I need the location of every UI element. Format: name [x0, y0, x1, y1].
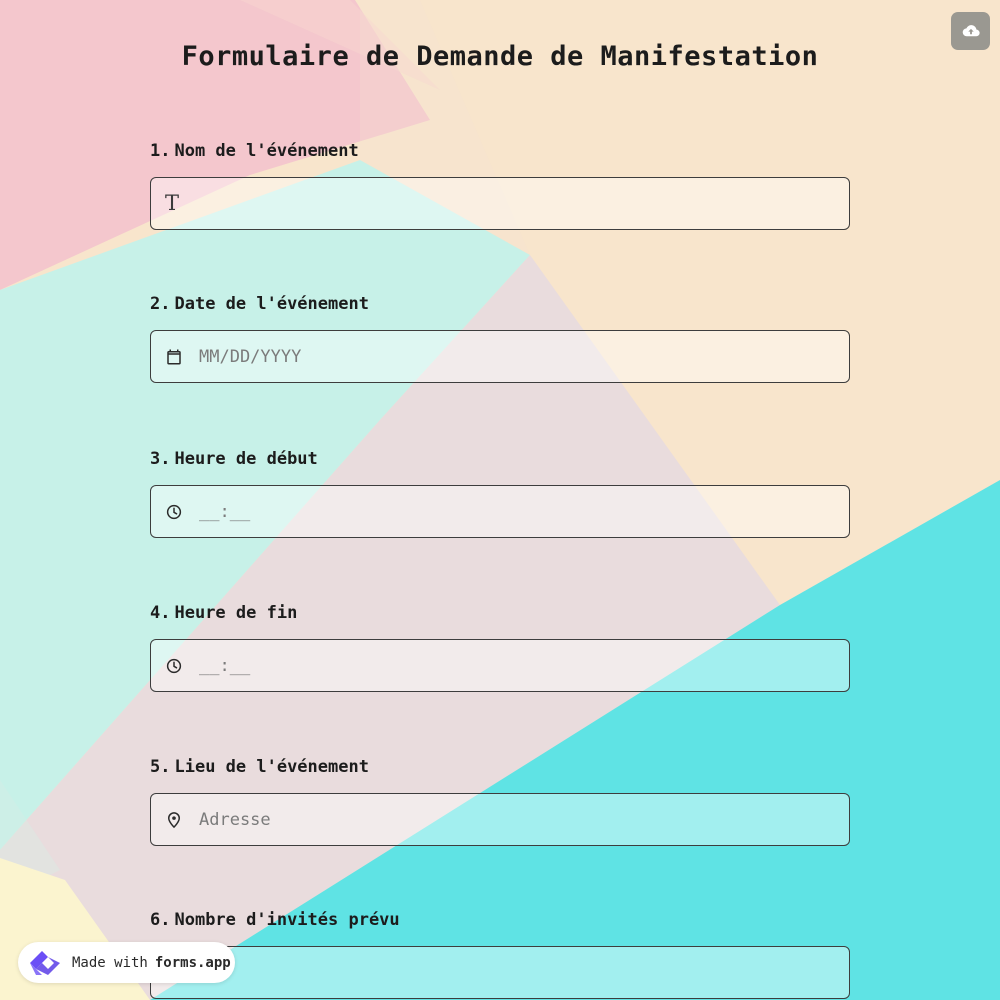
question-label: 6. Nombre d'invités prévu: [150, 909, 850, 931]
clock-icon: [165, 657, 183, 675]
question-number: 4.: [150, 603, 171, 623]
form-title: Formulaire de Demande de Manifestation: [181, 41, 819, 72]
question-number: 2.: [150, 294, 171, 314]
question-event-location: 5. Lieu de l'événement: [150, 756, 850, 846]
end-time-input[interactable]: [199, 640, 849, 691]
text-type-icon: T: [165, 191, 180, 215]
clock-icon: [165, 503, 183, 521]
upload-button[interactable]: [951, 12, 990, 50]
start-time-input[interactable]: [199, 486, 849, 537]
question-guest-count: 6. Nombre d'invités prévu: [150, 909, 850, 999]
question-label: 1. Nom de l'événement: [150, 140, 850, 162]
badge-brand: forms.app: [154, 954, 231, 971]
question-start-time: 3. Heure de début: [150, 448, 850, 538]
question-number: 3.: [150, 449, 171, 469]
question-text: Lieu de l'événement: [174, 757, 369, 777]
badge-made-with: Made with: [72, 954, 148, 971]
question-label: 5. Lieu de l'événement: [150, 756, 850, 778]
question-event-date: 2. Date de l'événement: [150, 293, 850, 383]
guest-count-input[interactable]: [165, 947, 849, 998]
question-text: Date de l'événement: [174, 294, 369, 314]
made-with-forms-app-badge[interactable]: Made with forms.app: [18, 942, 235, 983]
question-event-name: 1. Nom de l'événement T: [150, 140, 850, 230]
event-date-input[interactable]: [199, 331, 849, 382]
event-location-input[interactable]: [199, 794, 849, 845]
end-time-field[interactable]: [150, 639, 850, 692]
question-number: 1.: [150, 141, 171, 161]
event-date-field[interactable]: [150, 330, 850, 383]
calendar-icon: [165, 348, 183, 366]
event-name-field[interactable]: T: [150, 177, 850, 230]
guest-count-field[interactable]: [150, 946, 850, 999]
question-number: 6.: [150, 910, 171, 930]
question-label: 2. Date de l'événement: [150, 293, 850, 315]
cloud-upload-icon: [962, 25, 980, 37]
event-location-field[interactable]: [150, 793, 850, 846]
question-text: Heure de fin: [174, 603, 298, 623]
start-time-field[interactable]: [150, 485, 850, 538]
question-label: 4. Heure de fin: [150, 602, 850, 624]
question-end-time: 4. Heure de fin: [150, 602, 850, 692]
question-number: 5.: [150, 757, 171, 777]
event-name-input[interactable]: [191, 178, 849, 229]
question-text: Nombre d'invités prévu: [174, 910, 400, 930]
location-pin-icon: [165, 811, 183, 829]
question-text: Nom de l'événement: [174, 141, 359, 161]
badge-text: Made with forms.app: [72, 955, 231, 971]
question-text: Heure de début: [174, 449, 318, 469]
forms-app-logo-icon: [30, 950, 60, 975]
question-label: 3. Heure de début: [150, 448, 850, 470]
